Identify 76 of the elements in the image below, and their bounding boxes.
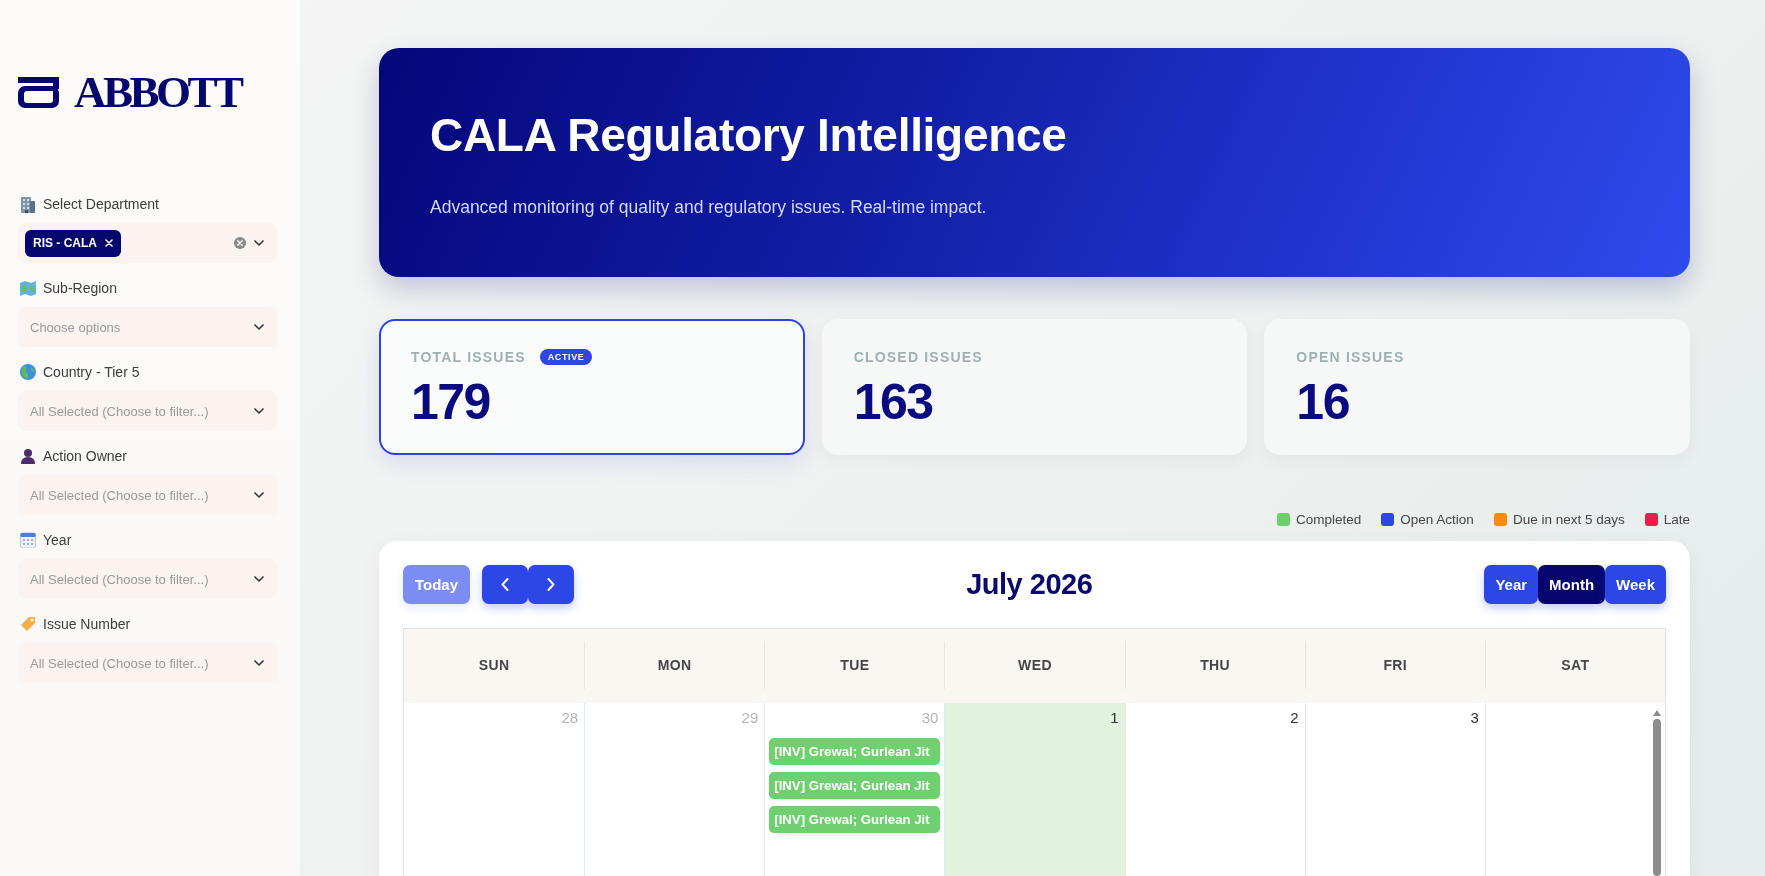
weekday-label: THU xyxy=(1124,641,1305,689)
logo-mark-icon xyxy=(18,77,59,108)
stat-label: CLOSED ISSUES xyxy=(853,348,983,366)
tag-icon xyxy=(20,616,36,632)
building-icon xyxy=(20,195,36,213)
logo-wordmark: ABBOTT xyxy=(74,76,241,109)
chevron-down-icon[interactable] xyxy=(254,492,264,498)
event-chip[interactable]: [INV] Grewal; Gurlean Jit xyxy=(769,738,941,765)
stat-card[interactable]: TOTAL ISSUES ACTIVE 179 xyxy=(379,319,805,455)
chevron-down-icon[interactable] xyxy=(254,240,264,246)
calendar-title: July 2026 xyxy=(966,568,1093,601)
day-number: 2 xyxy=(1290,709,1300,727)
stat-label: TOTAL ISSUES xyxy=(411,348,526,366)
remove-icon[interactable] xyxy=(105,239,113,247)
stat-label: OPEN ISSUES xyxy=(1296,348,1405,366)
legend-label: Late xyxy=(1663,511,1690,527)
stat-card[interactable]: CLOSED ISSUES 163 xyxy=(821,319,1248,455)
map-icon xyxy=(20,280,36,296)
stat-value: 16 xyxy=(1296,375,1349,429)
filter-label: Country - Tier 5 xyxy=(43,363,140,381)
weekday-label: WED xyxy=(944,641,1125,689)
day-number: 29 xyxy=(741,709,760,727)
stat-value: 163 xyxy=(853,375,933,429)
view-tab[interactable]: Month xyxy=(1538,565,1606,604)
person-icon xyxy=(20,448,36,464)
select-field[interactable]: RIS - CALA xyxy=(18,223,277,263)
legend-label: Open Action xyxy=(1400,511,1474,527)
chevron-down-icon[interactable] xyxy=(254,576,264,582)
legend-label: Completed xyxy=(1296,511,1362,527)
filter-label: Select Department xyxy=(43,195,159,213)
chevron-left-icon xyxy=(501,578,510,591)
chevron-down-icon[interactable] xyxy=(254,324,264,330)
select-field[interactable]: All Selected (Choose to filter...) xyxy=(18,391,277,431)
day-number: 30 xyxy=(921,709,940,727)
weekday-label: MON xyxy=(584,641,765,689)
day-cell[interactable]: 29 xyxy=(584,703,765,876)
filter-label: Action Owner xyxy=(43,447,128,465)
chevron-down-icon[interactable] xyxy=(254,408,264,414)
stat-value: 179 xyxy=(411,375,490,429)
weekday-label: SUN xyxy=(477,656,511,675)
chevron-right-icon xyxy=(547,578,556,591)
scrollbar-drawing[interactable] xyxy=(1652,710,1661,876)
stat-card[interactable]: OPEN ISSUES 16 xyxy=(1264,319,1690,455)
page-title: CALA Regulatory Intelligence xyxy=(430,108,1067,162)
clear-icon[interactable] xyxy=(234,237,246,249)
selected-chip[interactable]: RIS - CALA xyxy=(25,229,121,257)
event-chip[interactable]: [INV] Grewal; Gurlean Jit xyxy=(769,772,941,799)
weekday-label: SAT xyxy=(1484,641,1665,689)
calendar-icon xyxy=(20,532,36,548)
next-button[interactable] xyxy=(528,565,575,604)
day-number: 1 xyxy=(1110,709,1120,727)
day-cell[interactable] xyxy=(1484,703,1665,876)
filter-label: Year xyxy=(43,531,72,549)
filter-label: Sub-Region xyxy=(43,279,117,297)
day-cell[interactable]: 30 [INV] Grewal; Gurlean Jit [INV] Grewal; Gurlean Jit [INV] Grewal; Gurlean Jit xyxy=(764,703,945,876)
view-tab[interactable]: Year xyxy=(1484,565,1539,604)
weekday-label: FRI xyxy=(1304,641,1485,689)
globe-icon xyxy=(20,364,36,380)
weekday-label: TUE xyxy=(764,641,945,689)
view-tab[interactable]: Week xyxy=(1605,565,1666,604)
select-field[interactable]: All Selected (Choose to filter...) xyxy=(18,643,277,683)
event-chip[interactable]: [INV] Grewal; Gurlean Jit xyxy=(769,806,941,833)
day-number: 28 xyxy=(561,709,580,727)
day-cell[interactable]: 3 xyxy=(1304,703,1485,876)
select-field[interactable]: All Selected (Choose to filter...) xyxy=(18,559,277,599)
day-cell[interactable]: 2 xyxy=(1124,703,1305,876)
chevron-down-icon[interactable] xyxy=(254,660,264,666)
day-cell[interactable]: 1 xyxy=(944,703,1125,876)
previous-button[interactable] xyxy=(482,565,529,604)
legend-label: Due in next 5 days xyxy=(1512,511,1625,527)
select-field[interactable]: Choose options xyxy=(18,307,277,347)
select-field[interactable]: All Selected (Choose to filter...) xyxy=(18,475,277,515)
page-subtitle: Advanced monitoring of quality and regulatory issues. Real-time impact. xyxy=(430,196,987,218)
filter-label: Issue Number xyxy=(43,615,131,633)
status-badge: ACTIVE xyxy=(539,349,593,365)
day-number: 3 xyxy=(1470,709,1480,727)
